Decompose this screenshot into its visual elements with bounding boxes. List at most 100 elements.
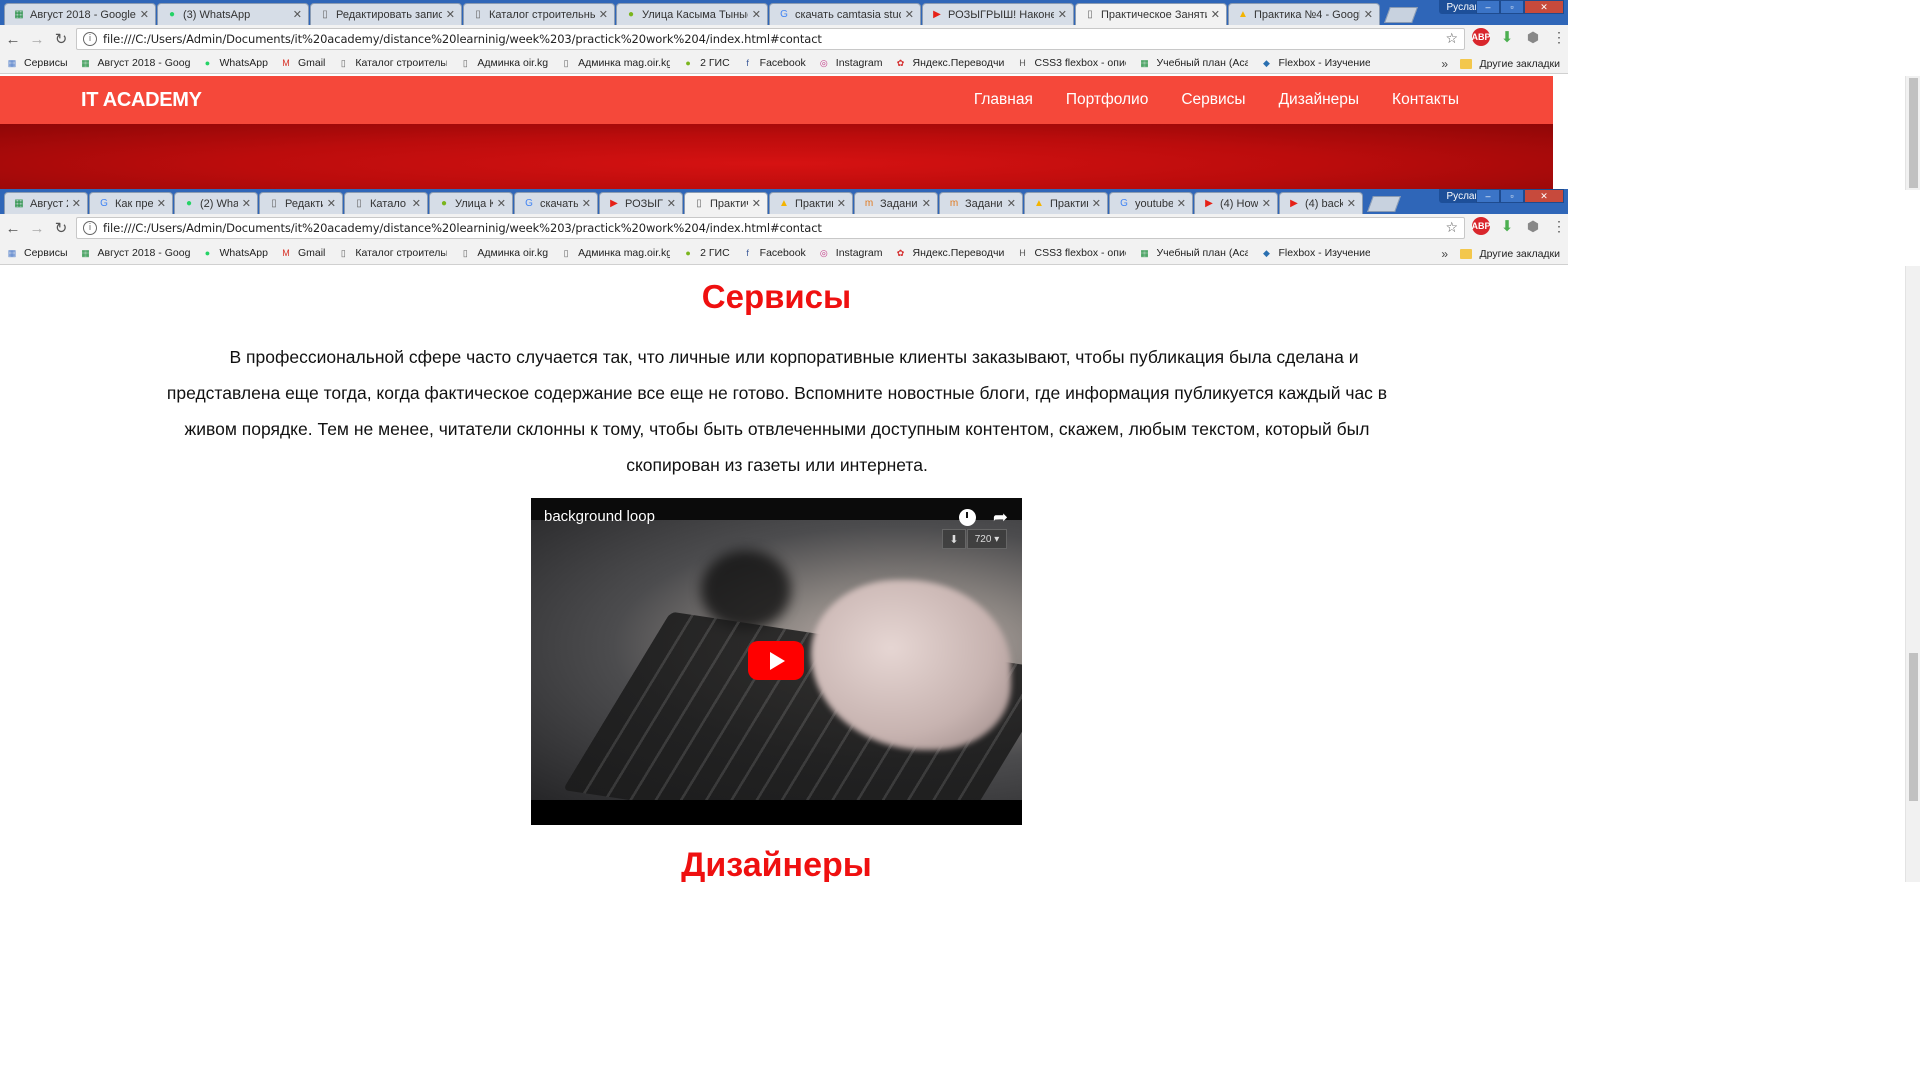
other-bookmarks[interactable]: Другие закладки xyxy=(1459,53,1560,73)
adblock-icon[interactable]: ABP xyxy=(1472,28,1491,46)
new-tab-button-2[interactable] xyxy=(1367,196,1401,212)
bookmark-item[interactable]: ▯ Админка mag.oir.kg xyxy=(560,247,670,259)
more-bookmarks-icon[interactable]: » xyxy=(1441,53,1448,73)
close-tab-icon[interactable]: ✕ xyxy=(1262,197,1271,210)
forward-arrow-icon[interactable]: → xyxy=(26,28,48,50)
close-tab-icon[interactable]: ✕ xyxy=(1347,197,1356,210)
close-tab-icon[interactable]: ✕ xyxy=(1092,197,1101,210)
close-tab-icon[interactable]: ✕ xyxy=(293,8,302,21)
download-extension-icon[interactable]: ⬇ xyxy=(1498,28,1516,46)
nav-link[interactable]: Сервисы xyxy=(1181,91,1245,109)
tab-10[interactable]: m Задание ✕ xyxy=(854,192,938,214)
close-tab-icon[interactable]: ✕ xyxy=(667,197,676,210)
close-tab-icon[interactable]: ✕ xyxy=(1177,197,1186,210)
bookmark-item[interactable]: ◎ Instagram xyxy=(818,247,883,259)
tab-1[interactable]: G Как пре ✕ xyxy=(89,192,173,214)
bookmark-item[interactable]: M Gmail xyxy=(280,247,325,259)
bookmark-item[interactable]: ▦ Сервисы xyxy=(6,247,68,259)
bookmark-item[interactable]: ▯ Админка mag.oir.kg xyxy=(560,57,670,69)
tab-6[interactable]: ▶ РОЗЫГРЫШ! Наконец-т ✕ xyxy=(922,3,1074,25)
tab-5[interactable]: ● Улица К ✕ xyxy=(429,192,513,214)
tab-15[interactable]: ▶ (4) back ✕ xyxy=(1279,192,1363,214)
new-tab-button[interactable] xyxy=(1384,7,1418,23)
tab-0[interactable]: ▦ Август 2 ✕ xyxy=(4,192,88,214)
back-arrow-icon[interactable]: ← xyxy=(2,28,24,50)
tab-4[interactable]: ▯ Катало ✕ xyxy=(344,192,428,214)
bookmark-item[interactable]: ▦ Учебный план (Acad xyxy=(1138,57,1248,69)
close-tab-icon[interactable]: ✕ xyxy=(327,197,336,210)
bookmark-item[interactable]: ● WhatsApp xyxy=(202,247,268,259)
bookmark-item[interactable]: M Gmail xyxy=(280,57,325,69)
tab-7[interactable]: ▯ Практическое Занятие ✕ xyxy=(1075,3,1227,25)
nav-link[interactable]: Дизайнеры xyxy=(1279,91,1359,109)
close-tab-icon[interactable]: ✕ xyxy=(1007,197,1016,210)
tab-9[interactable]: ▲ Практик ✕ xyxy=(769,192,853,214)
bookmark-item[interactable]: H CSS3 flexbox - опис xyxy=(1016,57,1126,69)
tab-2[interactable]: ▯ Редактировать запись « ✕ xyxy=(310,3,462,25)
nav-link[interactable]: Портфолио xyxy=(1066,91,1149,109)
bookmark-star-icon[interactable]: ☆ xyxy=(1445,31,1458,47)
forward-arrow-icon[interactable]: → xyxy=(26,217,48,239)
bookmark-item[interactable]: ◎ Instagram xyxy=(818,57,883,69)
download-extension-icon[interactable]: ⬇ xyxy=(1498,217,1516,235)
maximize-icon[interactable]: ▫ xyxy=(1500,189,1524,203)
bookmark-item[interactable]: ◆ Flexbox - Изучение xyxy=(1260,57,1370,69)
tab-8[interactable]: ▲ Практика №4 - Google ✕ xyxy=(1228,3,1380,25)
download-icon[interactable]: ⬇ xyxy=(942,529,966,549)
close-tab-icon[interactable]: ✕ xyxy=(752,197,761,210)
minimize-icon[interactable]: – xyxy=(1476,189,1500,203)
tab-3[interactable]: ▯ Редакти ✕ xyxy=(259,192,343,214)
close-tab-icon[interactable]: ✕ xyxy=(72,197,81,210)
menu-dots-icon[interactable]: ⋮ xyxy=(1550,28,1568,46)
tab-5[interactable]: Gскачать camtasia studio ✕ xyxy=(769,3,921,25)
tab-11[interactable]: m Задание ✕ xyxy=(939,192,1023,214)
youtube-video-player[interactable]: background loop ➦ ⬇ 720 ▾ xyxy=(531,498,1022,825)
minimize-icon[interactable]: – xyxy=(1476,0,1500,14)
bookmark-item[interactable]: ● WhatsApp xyxy=(202,57,268,69)
scrollbar-thumb[interactable] xyxy=(1909,653,1918,801)
tab-3[interactable]: ▯ Каталог строительных м ✕ xyxy=(463,3,615,25)
bookmark-item[interactable]: ▦ Учебный план (Acad xyxy=(1138,247,1248,259)
close-tab-icon[interactable]: ✕ xyxy=(242,197,251,210)
reload-icon[interactable]: ↻ xyxy=(50,217,72,239)
bookmark-item[interactable]: ✿ Яндекс.Переводчик xyxy=(894,57,1005,69)
extension-icon[interactable]: ⬢ xyxy=(1524,28,1542,46)
close-tab-icon[interactable]: ✕ xyxy=(1211,8,1220,21)
tab-4[interactable]: ● Улица Касыма Тыныста ✕ xyxy=(616,3,768,25)
tab-0[interactable]: ▦ Август 2018 - Google Та ✕ xyxy=(4,3,156,25)
tab-12[interactable]: ▲ Практик ✕ xyxy=(1024,192,1108,214)
reload-icon[interactable]: ↻ xyxy=(50,28,72,50)
bookmark-item[interactable]: ▯ Админка oir.kg xyxy=(459,57,548,69)
back-arrow-icon[interactable]: ← xyxy=(2,217,24,239)
video-title[interactable]: background loop xyxy=(544,508,655,525)
bookmark-item[interactable]: ✿ Яндекс.Переводчик xyxy=(894,247,1005,259)
site-logo[interactable]: IT ACADEMY xyxy=(81,89,202,112)
nav-link[interactable]: Контакты xyxy=(1392,91,1459,109)
close-tab-icon[interactable]: ✕ xyxy=(1058,8,1067,21)
bookmark-item[interactable]: ● 2 ГИС xyxy=(682,57,729,69)
address-bar-2[interactable]: i file:///C:/Users/Admin/Documents/it%20… xyxy=(76,217,1465,239)
close-tab-icon[interactable]: ✕ xyxy=(752,8,761,21)
bookmark-item[interactable]: ▦ Август 2018 - Googl xyxy=(80,57,189,69)
page-scrollbar[interactable] xyxy=(1905,266,1920,882)
extension-icon[interactable]: ⬢ xyxy=(1524,217,1542,235)
close-tab-icon[interactable]: ✕ xyxy=(1364,8,1373,21)
close-tab-icon[interactable]: ✕ xyxy=(157,197,166,210)
tab-7[interactable]: ▶ РОЗЫГР ✕ xyxy=(599,192,683,214)
tab-8[interactable]: ▯ Практич ✕ xyxy=(684,192,768,214)
maximize-icon[interactable]: ▫ xyxy=(1500,0,1524,14)
close-tab-icon[interactable]: ✕ xyxy=(837,197,846,210)
share-icon[interactable]: ➦ xyxy=(993,507,1008,528)
close-window-icon[interactable]: ✕ xyxy=(1524,189,1564,203)
bookmark-item[interactable]: ▯ Админка oir.kg xyxy=(459,247,548,259)
nav-link[interactable]: Главная xyxy=(974,91,1033,109)
tab-2[interactable]: ● (2) What ✕ xyxy=(174,192,258,214)
close-tab-icon[interactable]: ✕ xyxy=(582,197,591,210)
watch-later-icon[interactable] xyxy=(959,509,976,526)
close-tab-icon[interactable]: ✕ xyxy=(922,197,931,210)
tab-13[interactable]: Gyoutube ✕ xyxy=(1109,192,1193,214)
close-window-icon[interactable]: ✕ xyxy=(1524,0,1564,14)
top-scrollbar[interactable] xyxy=(1905,76,1920,190)
bookmark-item[interactable]: ▦ Сервисы xyxy=(6,57,68,69)
menu-dots-icon[interactable]: ⋮ xyxy=(1550,217,1568,235)
